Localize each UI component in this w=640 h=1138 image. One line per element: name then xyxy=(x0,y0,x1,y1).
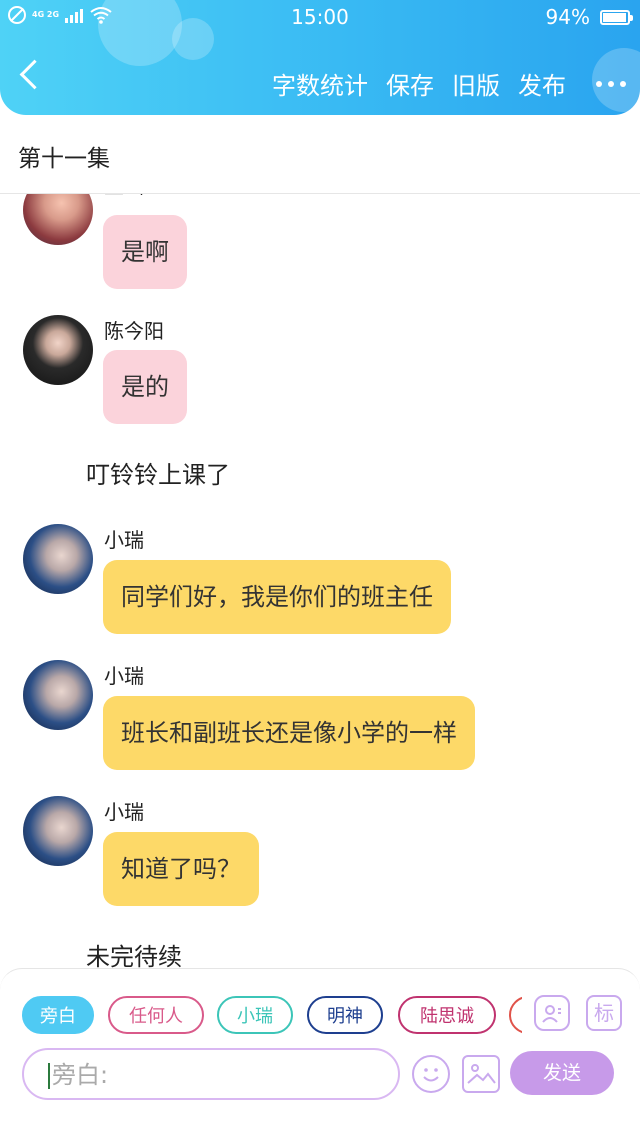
role-chip-xiaorui[interactable]: 小瑞 xyxy=(217,996,293,1034)
role-selector[interactable]: 旁白 任何人 小瑞 明神 陆思诚 xyxy=(22,996,522,1038)
smile-glyph xyxy=(423,1068,439,1082)
message-bubble[interactable]: 知道了吗？ xyxy=(103,832,259,906)
emoji-icon[interactable] xyxy=(412,1055,450,1093)
sender-name: 小瑞 xyxy=(104,664,144,688)
person-glyph xyxy=(542,1005,561,1023)
role-chip-mingshen[interactable]: 明神 xyxy=(307,996,383,1034)
battery-percent: 94% xyxy=(545,5,590,29)
old-version-button[interactable]: 旧版 xyxy=(452,66,500,101)
message-input[interactable] xyxy=(50,1056,384,1094)
word-count-button[interactable]: 字数统计 xyxy=(272,66,368,101)
message-bubble[interactable]: 班长和副班长还是像小学的一样 xyxy=(103,696,475,770)
battery-icon xyxy=(600,9,633,25)
narration-text[interactable]: 叮铃铃上课了 xyxy=(86,455,230,490)
role-chip-lusicheng[interactable]: 陆思诚 xyxy=(398,996,496,1034)
sender-name: 陈今阳 xyxy=(104,319,164,343)
more-icon[interactable] xyxy=(596,80,626,87)
status-bar: 4G 2G 15:00 94% xyxy=(0,0,640,34)
header-actions: 字数统计 保存 旧版 发布 xyxy=(272,66,626,101)
episode-title-bar: 第十一集 xyxy=(0,115,640,194)
composer-panel: 旁白 任何人 小瑞 明神 陆思诚 标 发送 xyxy=(0,968,640,1104)
avatar[interactable] xyxy=(23,524,93,594)
message-bubble[interactable]: 是的 xyxy=(103,350,187,424)
message-bubble[interactable]: 同学们好，我是你们的班主任 xyxy=(103,560,451,634)
save-button[interactable]: 保存 xyxy=(386,66,434,101)
role-chip-more[interactable] xyxy=(509,996,522,1034)
app-header: 4G 2G 15:00 94% 字数统计 保存 旧版 发布 xyxy=(0,0,640,115)
avatar[interactable] xyxy=(23,194,93,245)
chat-list[interactable]: 董瑶 是啊 陈今阳 是的 叮铃铃上课了 小瑞 同学们好，我是你们的班主任 小瑞 … xyxy=(0,194,640,968)
picture-glyph xyxy=(467,1064,496,1084)
publish-button[interactable]: 发布 xyxy=(518,66,566,101)
role-chip-anyone[interactable]: 任何人 xyxy=(108,996,204,1034)
narration-text[interactable]: 未完待续 xyxy=(86,937,182,968)
role-chip-narrator[interactable]: 旁白 xyxy=(22,996,94,1034)
sender-name: 小瑞 xyxy=(104,800,144,824)
person-card-icon[interactable] xyxy=(534,995,570,1031)
sender-name: 董瑶 xyxy=(104,194,144,199)
bottom-safe-area xyxy=(0,1103,640,1138)
send-button[interactable]: 发送 xyxy=(510,1051,614,1095)
image-icon[interactable] xyxy=(462,1055,500,1093)
avatar[interactable] xyxy=(23,315,93,385)
back-arrow-icon[interactable] xyxy=(19,59,50,90)
episode-title: 第十一集 xyxy=(18,146,110,172)
avatar[interactable] xyxy=(23,796,93,866)
message-input-box[interactable] xyxy=(22,1048,400,1100)
tag-button[interactable]: 标 xyxy=(586,995,622,1031)
sender-name: 小瑞 xyxy=(104,528,144,552)
message-bubble[interactable]: 是啊 xyxy=(103,215,187,289)
avatar[interactable] xyxy=(23,660,93,730)
status-time: 15:00 xyxy=(291,5,349,29)
